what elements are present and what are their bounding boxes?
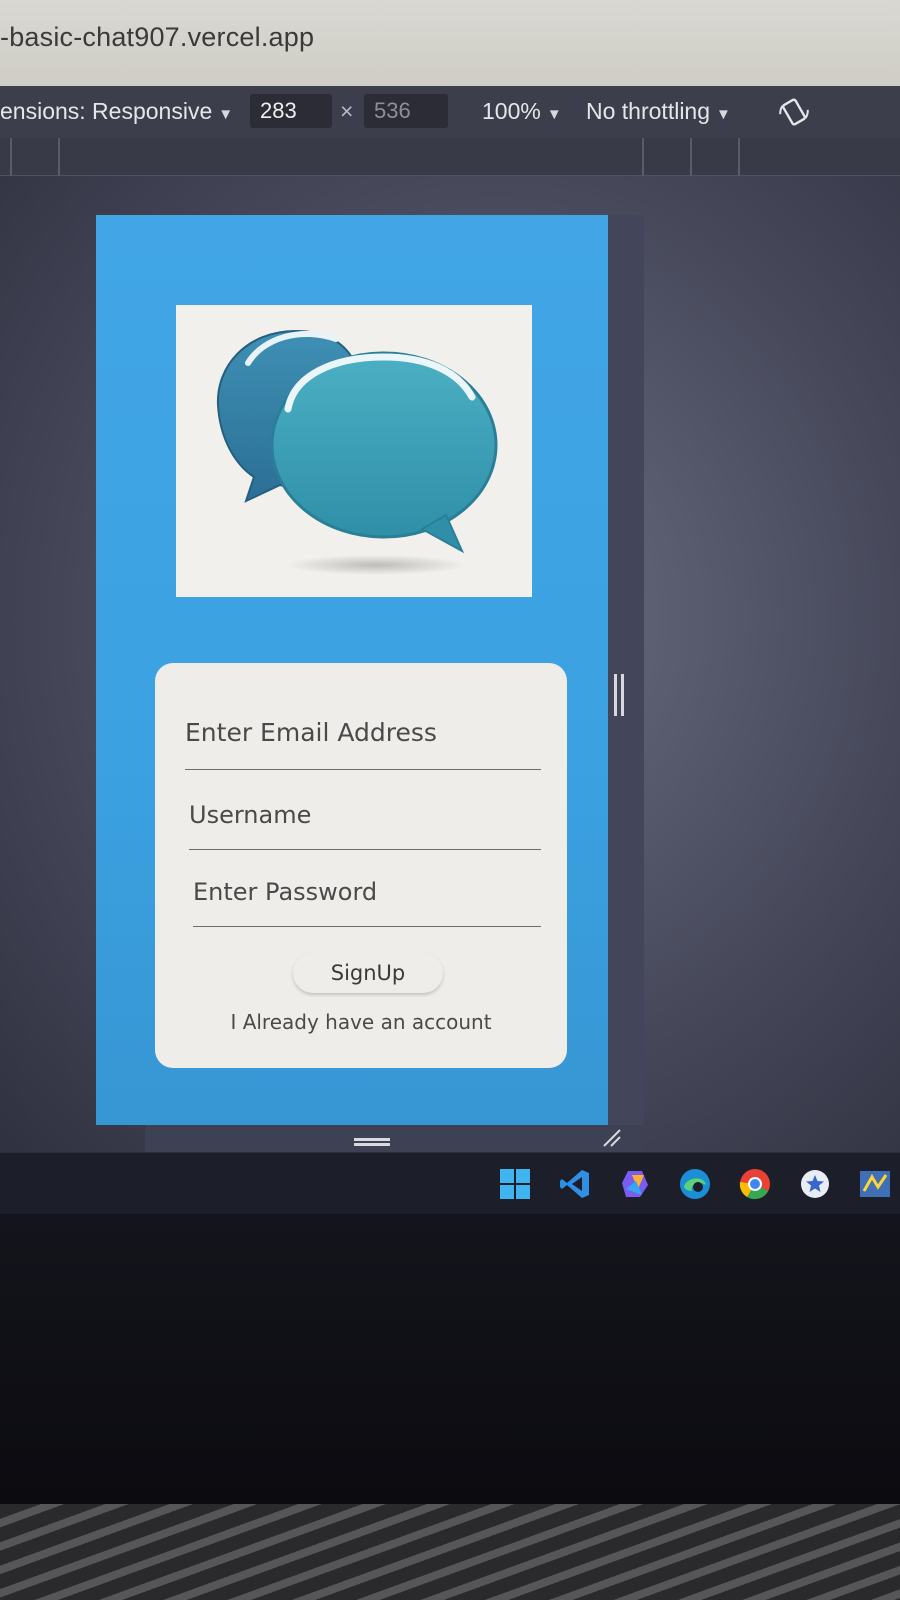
- ruler-segment: [10, 138, 12, 176]
- bookmark-app-icon[interactable]: [798, 1167, 832, 1201]
- vscode-icon[interactable]: [558, 1167, 592, 1201]
- keyboard-edge: [0, 1504, 900, 1600]
- throttling-label: No throttling: [586, 98, 711, 124]
- edge-icon[interactable]: [678, 1167, 712, 1201]
- password-placeholder: Enter Password: [193, 878, 378, 906]
- ruler-segment: [58, 138, 60, 176]
- username-field[interactable]: Username: [189, 801, 541, 850]
- caret-down-icon: ▼: [546, 106, 562, 123]
- times-sign: ×: [340, 98, 354, 124]
- caret-down-icon: ▼: [716, 106, 731, 123]
- ruler-segment: [690, 138, 692, 176]
- width-input[interactable]: 283: [250, 94, 332, 128]
- taskbar: [0, 1152, 900, 1214]
- device-toolbar: ensions: Responsive ▼ 283 × 536 100% ▼ No …: [0, 86, 900, 138]
- resize-handle-bottom[interactable]: [352, 1136, 392, 1148]
- monitor-bezel: [0, 1214, 900, 1504]
- python-idle-icon[interactable]: [858, 1167, 892, 1201]
- windows-start-icon[interactable]: [498, 1167, 532, 1201]
- email-placeholder: Enter Email Address: [185, 718, 437, 747]
- caret-down-icon: ▼: [218, 106, 234, 123]
- copilot-icon[interactable]: [618, 1167, 652, 1201]
- password-field[interactable]: Enter Password: [193, 878, 541, 927]
- dimensions-dropdown[interactable]: ensions: Responsive ▼: [0, 98, 233, 125]
- email-field[interactable]: Enter Email Address: [185, 718, 541, 770]
- resize-handle-right[interactable]: [612, 672, 626, 718]
- device-frame-bottom: [145, 1125, 644, 1155]
- zoom-dropdown[interactable]: 100% ▼: [482, 98, 562, 125]
- zoom-label: 100%: [482, 98, 541, 124]
- signup-form-card: Enter Email Address Username Enter Passw…: [155, 663, 567, 1068]
- ruler-segment: [738, 138, 740, 176]
- dimensions-label: ensions: Responsive: [0, 98, 213, 124]
- ruler-segment: [642, 138, 644, 176]
- login-link[interactable]: I Already have an account: [155, 1010, 567, 1034]
- media-query-ruler: [0, 138, 900, 176]
- resize-handle-corner[interactable]: [600, 1126, 622, 1148]
- username-placeholder: Username: [189, 801, 312, 829]
- rotate-icon[interactable]: [778, 98, 810, 126]
- throttling-dropdown[interactable]: No throttling ▼: [586, 98, 731, 125]
- height-input[interactable]: 536: [364, 94, 448, 128]
- chrome-icon[interactable]: [738, 1167, 772, 1201]
- chat-bubbles-icon: [216, 329, 498, 575]
- browser-address-bar: -basic-chat907.vercel.app: [0, 0, 900, 86]
- url-text[interactable]: -basic-chat907.vercel.app: [0, 22, 314, 53]
- signup-button[interactable]: SignUp: [293, 953, 443, 993]
- chat-logo: [176, 305, 532, 597]
